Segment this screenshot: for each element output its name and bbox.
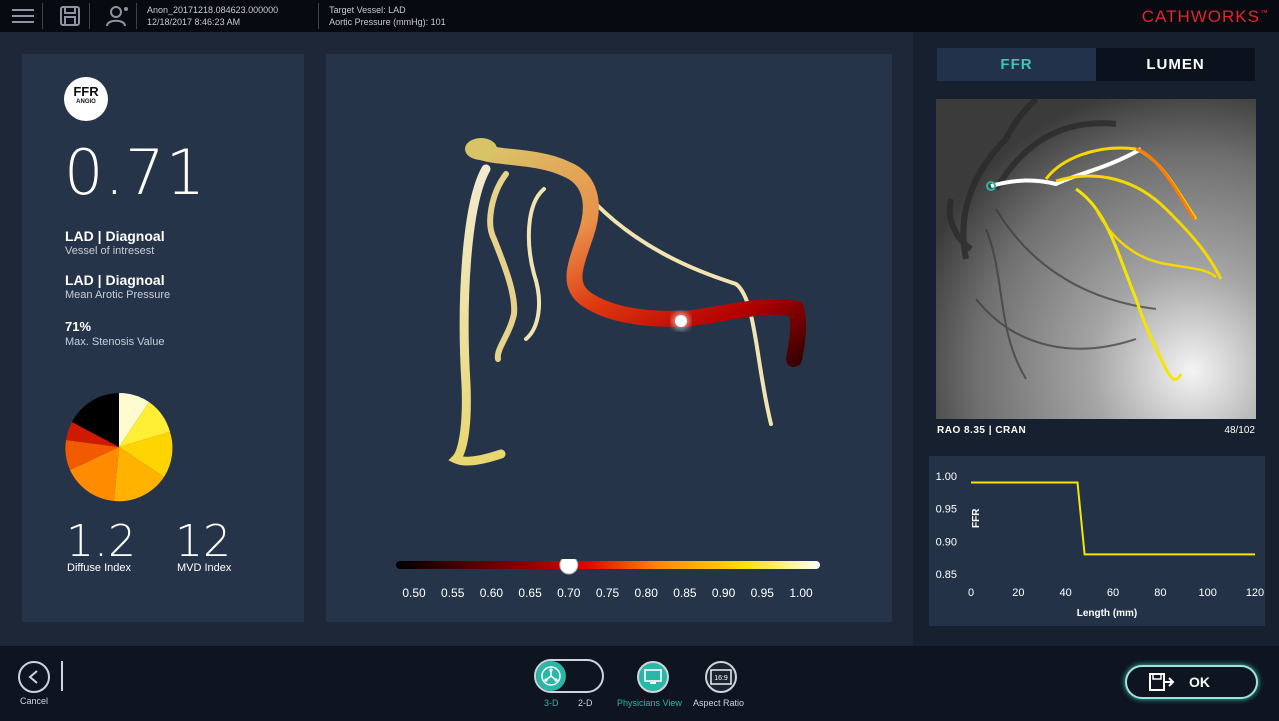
brand-logo: CATHWORKS™ (1141, 7, 1269, 26)
diffuse-index-value: 1.2 (66, 516, 136, 567)
angiography-image[interactable] (936, 99, 1256, 419)
scale-tick-label: 0.65 (518, 586, 542, 600)
cancel-button[interactable] (18, 661, 50, 693)
user-icon[interactable] (102, 3, 132, 29)
monitor-icon (644, 669, 662, 684)
ffr-length-plot: 1.00 0.95 0.90 0.85 0 20 40 60 80 100 120 FFR Len… (936, 471, 1265, 619)
angio-frame-counter: 48/102 (1224, 425, 1255, 436)
cancel-label: Cancel (20, 696, 49, 706)
pressure-subtitle: Mean Arotic Pressure (65, 289, 171, 301)
scale-tick-label: 1.00 (789, 586, 813, 600)
toolbar-divider (42, 3, 43, 29)
position-marker[interactable] (675, 315, 687, 327)
toggle-3d-label[interactable]: 3-D (544, 698, 559, 708)
vessel-branch (487, 171, 518, 362)
y-tick-label: 1.00 (936, 471, 957, 483)
scale-tick-label: 0.60 (480, 586, 504, 600)
pressure-title: LAD | Diagnoal (65, 272, 165, 288)
tab-lumen[interactable]: LUMEN (1096, 48, 1255, 81)
file-info: Anon_20171218.084623.000000 12/18/2017 8… (147, 4, 278, 28)
diffuse-index-label: Diffuse Index (67, 562, 132, 574)
y-axis-label: FFR (971, 508, 982, 528)
top-bar: Anon_20171218.084623.000000 12/18/2017 8… (0, 0, 1279, 32)
scale-tick-label: 0.85 (673, 586, 697, 600)
vessel-branch (524, 187, 546, 341)
scale-bar (396, 561, 820, 569)
ffr-color-scale[interactable]: 0.50 0.55 0.60 0.65 0.70 0.75 0.80 0.85 0.90 0.95… (396, 559, 826, 609)
scale-tick-label: 0.55 (441, 586, 465, 600)
toggle-knob[interactable] (536, 661, 566, 691)
chevron-left-icon (28, 670, 38, 684)
ok-button[interactable]: OK (1125, 665, 1258, 699)
file-date: 12/18/2017 8:46:23 AM (147, 17, 241, 27)
scale-ticks: 0.50 0.55 0.60 0.65 0.70 0.75 0.80 0.85 0.90 0.95… (402, 586, 813, 600)
mvd-index-value: 12 (175, 516, 231, 567)
physicians-view-label: Physicians View (617, 698, 682, 708)
scale-slider-handle[interactable] (559, 559, 579, 575)
file-name: Anon_20171218.084623.000000 (147, 5, 279, 15)
aspect-ratio-label: Aspect Ratio (693, 698, 745, 708)
bottom-divider (61, 661, 63, 691)
aortic-pressure: Aortic Pressure (mmHg): 101 (329, 17, 446, 27)
y-tick-label: 0.85 (936, 569, 957, 581)
ffr-value: 0.71 (64, 136, 207, 209)
ffr-length-chart: 1.00 0.95 0.90 0.85 0 20 40 60 80 100 120 FFR Len… (929, 456, 1265, 626)
x-tick-label: 80 (1154, 587, 1166, 599)
view-tabs: FFR LUMEN (937, 48, 1255, 81)
ok-label: OK (1189, 674, 1210, 690)
scale-tick-label: 0.80 (635, 586, 659, 600)
toolbar-divider (318, 3, 320, 29)
stenosis-pie-chart (65, 392, 173, 502)
vessel-tree-model[interactable] (426, 124, 826, 484)
y-tick-label: 0.90 (936, 536, 957, 548)
export-icon (1149, 673, 1175, 691)
x-tick-label: 120 (1246, 587, 1264, 599)
vessel-subtitle: Vessel of intresest (65, 245, 155, 257)
3d-view-icon (541, 666, 561, 686)
x-tick-label: 20 (1012, 587, 1024, 599)
mvd-index-label: MVD Index (177, 562, 232, 574)
stenosis-label: Max. Stenosis Value (65, 336, 165, 348)
save-icon[interactable] (55, 3, 85, 29)
vessel-info: Target Vessel: LAD Aortic Pressure (mmHg… (329, 4, 446, 28)
scale-tick-label: 0.50 (402, 586, 426, 600)
stenosis-value: 71% (65, 319, 92, 334)
ffr-series-line (971, 481, 1255, 556)
scale-tick-label: 0.70 (557, 586, 581, 600)
x-tick-label: 0 (968, 587, 974, 599)
vessel-ostium (465, 138, 497, 160)
target-vessel: Target Vessel: LAD (329, 5, 406, 15)
angio-projection: RAO 8.35 | CRAN (937, 425, 1027, 436)
toolbar-divider (136, 3, 137, 29)
vessel-branch (448, 164, 506, 466)
results-panel: FFR ANGIO 0.71 LAD | Diagnoal Vessel of … (22, 54, 304, 622)
physicians-view-button[interactable] (637, 661, 669, 693)
toolbar-divider (89, 3, 90, 29)
main-vessel (468, 141, 807, 367)
scale-tick-label: 0.90 (712, 586, 736, 600)
vessel-3d-view[interactable]: 0.50 0.55 0.60 0.65 0.70 0.75 0.80 0.85 0.90 0.95… (326, 54, 892, 622)
x-axis-label: Length (mm) (1077, 608, 1138, 619)
dimension-toggle[interactable] (534, 659, 604, 693)
y-tick-label: 0.95 (936, 504, 957, 516)
x-tick-label: 60 (1107, 587, 1119, 599)
tab-ffr[interactable]: FFR (937, 48, 1096, 81)
scale-tick-label: 0.95 (751, 586, 775, 600)
vessel-title: LAD | Diagnoal (65, 228, 165, 244)
x-tick-label: 100 (1198, 587, 1216, 599)
scale-tick-label: 0.75 (596, 586, 620, 600)
svg-text:16:9: 16:9 (714, 675, 728, 682)
aspect-ratio-icon: 16:9 (710, 669, 732, 685)
ffr-angio-badge: FFR ANGIO (64, 77, 108, 121)
toggle-2d-label[interactable]: 2-D (578, 698, 593, 708)
menu-icon[interactable] (8, 3, 38, 29)
x-tick-label: 40 (1060, 587, 1072, 599)
aspect-ratio-button[interactable]: 16:9 (705, 661, 737, 693)
